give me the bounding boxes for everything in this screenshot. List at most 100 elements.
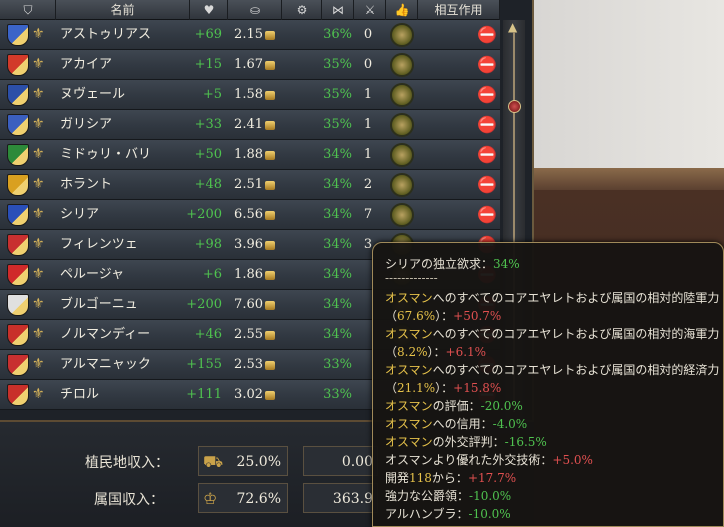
liberty-desire-value[interactable]: 35% [310, 80, 352, 110]
tooltip-line-army-value: （67.6%）：+50.7% [385, 309, 502, 323]
subject-name[interactable]: アストゥリアス [60, 20, 151, 50]
table-row[interactable]: ⚜ アカイア +15 1.67 35% 0 ⛔ [0, 50, 500, 80]
coin-icon [265, 91, 275, 100]
flag-icon[interactable] [7, 144, 29, 166]
flag-icon[interactable] [7, 204, 29, 226]
liberty-desire-value[interactable]: 35% [310, 110, 352, 140]
coin-icon [265, 391, 275, 400]
liberty-desire-value[interactable]: 36% [310, 20, 352, 50]
flag-icon[interactable] [7, 324, 29, 346]
flag-icon[interactable] [7, 354, 29, 376]
ruler-portrait-icon[interactable] [390, 83, 414, 107]
subject-name[interactable]: ノルマンディー [60, 320, 150, 350]
no-interaction-icon[interactable]: ⛔ [477, 26, 497, 44]
subject-name[interactable]: ミドゥリ・バリ [60, 140, 151, 170]
liberty-desire-value[interactable]: 33% [310, 380, 352, 410]
table-row[interactable]: ⚜ ガリシア +33 2.41 35% 1 ⛔ [0, 110, 500, 140]
subject-name[interactable]: アカイア [60, 50, 112, 80]
coin-icon [265, 241, 275, 250]
subject-type-icon: ⚜ [32, 86, 45, 102]
table-row[interactable]: ⚜ ホラント +48 2.51 34% 2 ⛔ [0, 170, 500, 200]
screen: ⛉ 名前 ♥ ⛀ ⚙ ⋈ ⚔ 👍 相互作用 ⚜ アストゥリアス +69 2.15 36%… [0, 0, 724, 527]
flag-icon[interactable] [7, 54, 29, 76]
swords-icon[interactable]: ⚔ [354, 0, 386, 20]
subject-name[interactable]: ペルージャ [60, 260, 124, 290]
table-row[interactable]: ⚜ シリア +200 6.56 34% 7 ⛔ [0, 200, 500, 230]
forces-icon[interactable]: ⚙ [282, 0, 322, 20]
scroll-knob[interactable] [508, 100, 521, 113]
ruler-portrait-icon[interactable] [390, 53, 414, 77]
subject-type-icon: ⚜ [32, 326, 45, 342]
flag-icon[interactable] [7, 84, 29, 106]
subject-income-label: 属国収入： [94, 492, 164, 508]
subject-type-icon: ⚜ [32, 356, 45, 372]
subject-name[interactable]: ブルゴーニュ [60, 290, 138, 320]
income-value: 1.86 [234, 267, 263, 282]
coins-icon[interactable]: ⛀ [228, 0, 282, 20]
income-value: 2.53 [234, 357, 263, 372]
subject-type-icon: ⚜ [32, 206, 45, 222]
table-row[interactable]: ⚜ ミドゥリ・バリ +50 1.88 34% 1 ⛔ [0, 140, 500, 170]
no-interaction-icon[interactable]: ⛔ [477, 206, 497, 224]
subject-name[interactable]: チロル [60, 380, 99, 410]
liberty-desire-value[interactable]: 34% [310, 320, 352, 350]
liberty-value: +200 [186, 207, 222, 222]
liberty-desire-value[interactable]: 34% [310, 140, 352, 170]
coin-icon [265, 31, 275, 40]
coin-icon [265, 151, 275, 160]
liberty-desire-value[interactable]: 33% [310, 350, 352, 380]
subject-type-icon: ⚜ [32, 116, 45, 132]
liberty-desire-value[interactable]: 34% [310, 260, 352, 290]
interaction-column-header[interactable]: 相互作用 [418, 0, 500, 20]
flag-icon[interactable] [7, 384, 29, 406]
no-interaction-icon[interactable]: ⛔ [477, 86, 497, 104]
flag-icon[interactable] [7, 294, 29, 316]
heart-icon[interactable]: ♥ [190, 0, 228, 20]
liberty-desire-value[interactable]: 34% [310, 230, 352, 260]
table-row[interactable]: ⚜ ヌヴェール +5 1.58 35% 1 ⛔ [0, 80, 500, 110]
shield-icon[interactable]: ⛉ [0, 0, 56, 20]
subject-name[interactable]: フィレンツェ [60, 230, 138, 260]
liberty-value: +5 [202, 87, 222, 102]
liberty-value: +50 [194, 147, 222, 162]
flag-icon[interactable] [7, 264, 29, 286]
tooltip-line-diplo-tech: オスマンより優れた外交技術：+5.0% [385, 453, 593, 467]
flag-icon[interactable] [7, 24, 29, 46]
income-value: 2.41 [234, 117, 263, 132]
liberty-desire-value[interactable]: 35% [310, 50, 352, 80]
no-interaction-icon[interactable]: ⛔ [477, 146, 497, 164]
ruler-portrait-icon[interactable] [390, 203, 414, 227]
subject-name[interactable]: ヌヴェール [60, 80, 125, 110]
coin-icon [265, 211, 275, 220]
subject-name[interactable]: ガリシア [60, 110, 112, 140]
no-interaction-icon[interactable]: ⛔ [477, 116, 497, 134]
name-column-header[interactable]: 名前 [56, 0, 190, 20]
coin-icon [265, 121, 275, 130]
colonial-income-value-box: 0.00 [303, 446, 378, 476]
tooltip-line-reputation: オスマンの外交評判：-16.5% [385, 435, 547, 449]
table-row[interactable]: ⚜ アストゥリアス +69 2.15 36% 0 ⛔ [0, 20, 500, 50]
subject-name[interactable]: ホラント [60, 170, 112, 200]
ruler-portrait-icon[interactable] [390, 143, 414, 167]
subject-type-icon: ⚜ [32, 266, 45, 282]
liberty-desire-value[interactable]: 34% [310, 170, 352, 200]
subject-type-icon: ⚜ [32, 176, 45, 192]
subject-name[interactable]: シリア [60, 200, 99, 230]
ruler-portrait-icon[interactable] [390, 113, 414, 137]
thumb-icon[interactable]: 👍 [386, 0, 418, 20]
liberty-desire-value[interactable]: 34% [310, 290, 352, 320]
flag-icon[interactable] [7, 234, 29, 256]
ruler-portrait-icon[interactable] [390, 23, 414, 47]
no-interaction-icon[interactable]: ⛔ [477, 176, 497, 194]
liberty-desire-value[interactable]: 34% [310, 200, 352, 230]
subject-type-icon: ⚜ [32, 146, 45, 162]
flag-icon[interactable] [7, 114, 29, 136]
ruler-portrait-icon[interactable] [390, 173, 414, 197]
flag-icon[interactable] [7, 174, 29, 196]
subject-type-icon: ⚜ [32, 236, 45, 252]
income-value: 1.88 [234, 147, 263, 162]
no-interaction-icon[interactable]: ⛔ [477, 56, 497, 74]
coin-icon [265, 331, 275, 340]
subject-name[interactable]: アルマニャック [60, 350, 151, 380]
ratio-icon[interactable]: ⋈ [322, 0, 354, 20]
